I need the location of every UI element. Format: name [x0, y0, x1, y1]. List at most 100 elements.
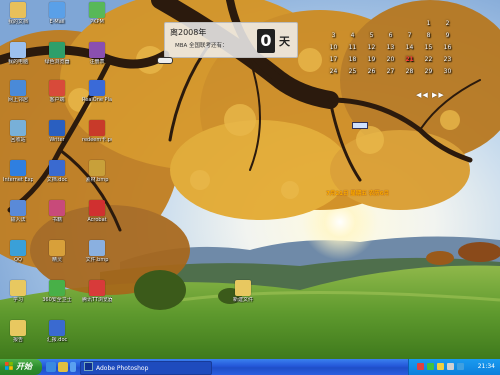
date-string: 7月21日 星期五 农历6月	[326, 191, 390, 197]
icon-tencent-glyph-icon	[89, 280, 105, 296]
desktop-icon-label: RealOne Player	[82, 97, 112, 103]
icon-realplayer[interactable]: RealOne Player	[82, 80, 112, 103]
icon-folder-study[interactable]: 学习	[3, 280, 33, 303]
start-label: 开始	[16, 362, 32, 371]
icon-qq[interactable]: QQ	[3, 240, 33, 263]
icon-file-glyph-icon	[89, 240, 105, 256]
icon-360[interactable]: 360安全卫士	[42, 280, 72, 303]
icon-ie[interactable]: Internet Explorer	[3, 160, 33, 183]
calendar-day[interactable]: 2	[438, 20, 457, 32]
calendar-day[interactable]: 19	[362, 56, 381, 68]
calendar-day[interactable]	[362, 20, 381, 32]
icon-books[interactable]: 书籍	[42, 200, 72, 223]
icon-ime[interactable]: 输入法	[3, 200, 33, 223]
calendar-day[interactable]: 9	[438, 32, 457, 44]
tray-clock[interactable]: 21:34	[478, 359, 495, 375]
calendar-day[interactable]	[400, 20, 419, 32]
calendar-day[interactable]: 13	[381, 44, 400, 56]
calendar-day[interactable]: 22	[419, 56, 438, 68]
calendar-day[interactable]: 12	[362, 44, 381, 56]
calendar-day[interactable]	[343, 20, 362, 32]
desktop-icon-label: 回收站	[10, 137, 26, 143]
icon-ms-word[interactable]: Writer	[42, 120, 72, 143]
desktop-icon-label: Acrobat	[87, 217, 107, 223]
icon-tencent[interactable]: 腾讯TT浏览器	[82, 280, 112, 303]
calendar-day[interactable]: 8	[419, 32, 438, 44]
countdown-toggle-button[interactable]	[157, 57, 173, 64]
countdown-subtitle: MBA 全国联考还有：	[175, 43, 228, 49]
calendar-day[interactable]: 20	[381, 56, 400, 68]
icon-my-documents[interactable]: 我的文档	[3, 2, 33, 25]
calendar-day[interactable]: 24	[324, 68, 343, 80]
desktop-icon-label: 我的电脑	[7, 59, 28, 65]
icon-client[interactable]: 客户端	[42, 80, 72, 103]
calendar-day[interactable]: 6	[381, 32, 400, 44]
calendar-day[interactable]: 11	[343, 44, 362, 56]
calendar-nav-arrows[interactable]: ◀◀ ▶▶	[416, 91, 445, 99]
calendar-day[interactable]	[381, 20, 400, 32]
icon-tool[interactable]: 精灵	[42, 240, 72, 263]
icon-my-computer-glyph-icon	[10, 42, 26, 58]
tray-antivirus-icon[interactable]	[417, 363, 424, 370]
calendar-day[interactable]: 28	[400, 68, 419, 80]
icon-green-browser-glyph-icon	[49, 42, 65, 58]
icon-winrar-glyph-icon	[89, 42, 105, 58]
calendar-day[interactable]: 27	[381, 68, 400, 80]
desktop-icon-label: 注册表	[89, 59, 105, 65]
icon-doc[interactable]: 汇报.doc	[42, 320, 72, 343]
countdown-days: 0	[257, 29, 275, 53]
calendar-day[interactable]: 26	[362, 68, 381, 80]
icon-ematic[interactable]: E-Mail	[42, 2, 72, 25]
desktop-icon-label: Internet Explorer	[3, 177, 33, 183]
quicklaunch-desktop-icon[interactable]	[58, 362, 68, 372]
desktop-icon-label: 腾讯TT浏览器	[82, 297, 112, 303]
quicklaunch-more-icon[interactable]	[70, 362, 76, 372]
icon-recycle[interactable]: 回收站	[3, 120, 33, 143]
calendar-day[interactable]: 10	[324, 44, 343, 56]
calendar-day[interactable]: 15	[419, 44, 438, 56]
calendar-day[interactable]: 29	[419, 68, 438, 80]
icon-word-doc-glyph-icon	[49, 160, 65, 176]
calendar-day[interactable]: 21	[400, 56, 419, 68]
icon-winrar[interactable]: 注册表	[82, 42, 112, 65]
icon-qq-glyph-icon	[10, 240, 26, 256]
calendar-note-marker[interactable]	[352, 122, 368, 129]
calendar-day[interactable]: 18	[343, 56, 362, 68]
icon-acrobat[interactable]: Acrobat	[82, 200, 112, 223]
icon-pdf[interactable]: redeem卡.pdf	[82, 120, 112, 143]
desktop-icon-label: 新建文件	[232, 297, 253, 303]
calendar-day[interactable]: 30	[438, 68, 457, 80]
quicklaunch-ie-icon[interactable]	[46, 362, 56, 372]
icon-word-doc[interactable]: 文档.doc	[42, 160, 72, 183]
tray-network-icon[interactable]	[427, 363, 434, 370]
calendar-day[interactable]: 4	[343, 32, 362, 44]
calendar-day[interactable]: 3	[324, 32, 343, 44]
taskbar-window-photoshop[interactable]: Adobe Photoshop	[80, 361, 212, 375]
calendar-day[interactable]	[324, 20, 343, 32]
icon-network[interactable]: 网上邻居	[3, 80, 33, 103]
countdown-widget: 离2008年 MBA 全国联考还有： 0 天	[164, 22, 298, 58]
calendar-day[interactable]: 23	[438, 56, 457, 68]
icon-folder-desk[interactable]: 新建文件	[228, 280, 258, 303]
calendar-day[interactable]: 5	[362, 32, 381, 44]
icon-my-computer[interactable]: 我的电脑	[3, 42, 33, 65]
calendar-day[interactable]: 17	[324, 56, 343, 68]
calendar-day[interactable]: 25	[343, 68, 362, 80]
icon-ms-word-glyph-icon	[49, 120, 65, 136]
icon-folder-report[interactable]: 报告	[3, 320, 33, 343]
icon-file[interactable]: 文件.bmp	[82, 240, 112, 263]
start-button[interactable]: 开始	[0, 359, 42, 375]
calendar-day[interactable]: 14	[400, 44, 419, 56]
calendar-day[interactable]: 1	[419, 20, 438, 32]
tray-qq-icon[interactable]	[457, 363, 464, 370]
icon-image[interactable]: 素材.bmp	[82, 160, 112, 183]
tray-volume-icon[interactable]	[447, 363, 454, 370]
system-tray: 21:34	[408, 359, 500, 375]
calendar-day[interactable]: 16	[438, 44, 457, 56]
tray-ime-icon[interactable]	[437, 363, 444, 370]
desktop-icon-label: 绿色浏览器	[44, 59, 70, 65]
calendar-day[interactable]: 7	[400, 32, 419, 44]
desktop-icon-label: 文档.doc	[46, 177, 68, 183]
icon-pkpm[interactable]: PKPM	[82, 2, 112, 25]
icon-green-browser[interactable]: 绿色浏览器	[42, 42, 72, 65]
